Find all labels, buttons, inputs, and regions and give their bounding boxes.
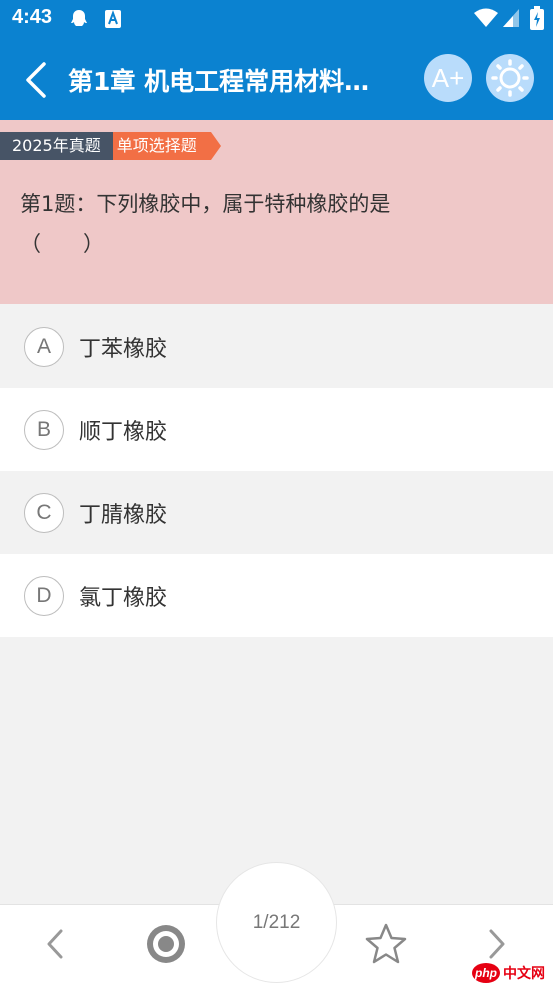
- watermark: php 中文网: [472, 962, 545, 984]
- font-size-button[interactable]: A+: [424, 54, 472, 102]
- back-arrow-icon[interactable]: [18, 60, 54, 100]
- status-bar: 4:43: [0, 0, 553, 38]
- page-title: 第1章 机电工程常用材料…: [68, 67, 370, 96]
- option-d-text: 氯丁橡胶: [79, 585, 168, 611]
- watermark-logo: php: [472, 963, 500, 983]
- status-time: 4:43: [12, 6, 53, 28]
- question-text: 第1题：下列橡胶中，属于特种橡胶的是 （ ）: [20, 184, 540, 264]
- option-b-text: 顺丁橡胶: [79, 419, 168, 445]
- sun-settings-icon: [491, 59, 529, 97]
- next-question-icon[interactable]: [482, 926, 512, 962]
- signal-icon: [503, 9, 519, 27]
- option-c-text: 丁腈橡胶: [79, 502, 168, 528]
- app-notification-icon: [105, 10, 121, 28]
- settings-button[interactable]: [486, 54, 534, 102]
- app-bar: 第1章 机电工程常用材料… A+: [0, 38, 553, 120]
- question-tags: 2025年真题 单项选择题: [0, 132, 221, 160]
- option-a-letter: A: [24, 326, 64, 367]
- option-c[interactable]: C 丁腈橡胶: [0, 471, 553, 554]
- option-a-text: 丁苯橡胶: [79, 336, 168, 362]
- option-a[interactable]: A 丁苯橡胶: [0, 305, 553, 388]
- option-b[interactable]: B 顺丁橡胶: [0, 388, 553, 471]
- font-size-label: A+: [431, 63, 465, 93]
- watermark-text: 中文网: [503, 966, 545, 982]
- option-c-letter: C: [24, 492, 64, 533]
- question-type-tag: 单项选择题: [112, 132, 221, 160]
- question-text-line2: （ ）: [20, 232, 104, 256]
- previous-question-icon[interactable]: [40, 926, 70, 962]
- option-d[interactable]: D 氯丁橡胶: [0, 554, 553, 637]
- year-tag: 2025年真题: [0, 132, 113, 160]
- question-panel: 2025年真题 单项选择题 第1题：下列橡胶中，属于特种橡胶的是 （ ）: [0, 120, 553, 304]
- option-d-letter: D: [24, 575, 64, 616]
- battery-icon: [530, 6, 544, 30]
- option-b-letter: B: [24, 409, 64, 450]
- eye-view-answer-icon[interactable]: [144, 922, 188, 966]
- question-text-line1: 第1题：下列橡胶中，属于特种橡胶的是: [20, 192, 391, 216]
- qq-notification-icon: [71, 10, 87, 26]
- page-indicator: 1/212: [252, 912, 301, 933]
- wifi-icon: [474, 8, 498, 27]
- star-favorite-icon[interactable]: [364, 922, 408, 966]
- page-indicator-button[interactable]: 1/212: [216, 862, 337, 983]
